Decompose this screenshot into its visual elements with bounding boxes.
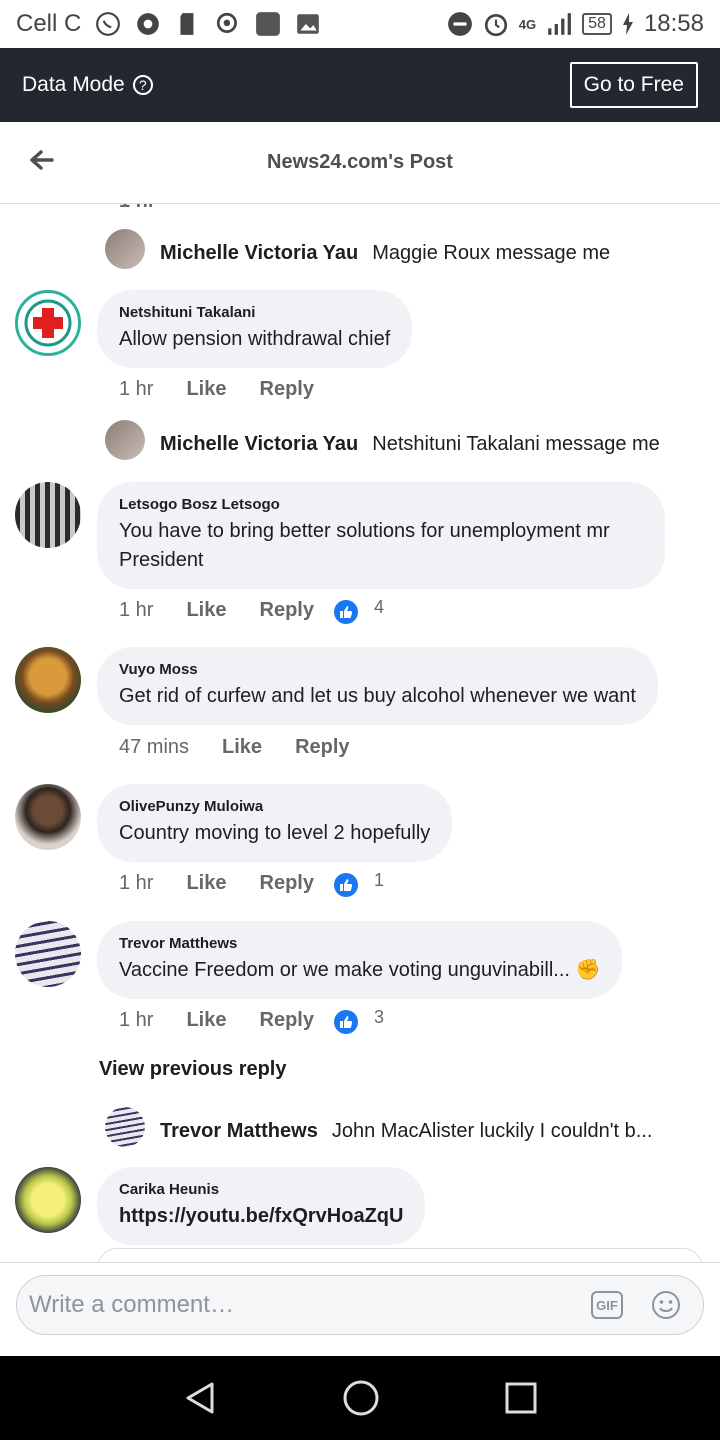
- data-mode-bar: Data Mode ? Go to Free: [0, 48, 720, 122]
- comment-text: Country moving to level 2 hopefully: [119, 822, 431, 844]
- comment-author[interactable]: Vuyo Moss: [119, 661, 636, 678]
- avatar[interactable]: [15, 290, 81, 356]
- post-header: News24.com's Post: [0, 122, 720, 204]
- reply-text: Maggie Roux message me: [372, 242, 611, 264]
- comment-text: Get rid of curfew and let us buy alcohol…: [119, 685, 636, 707]
- like-count: 1: [374, 870, 385, 890]
- comment-bubble[interactable]: Trevor Matthews Vaccine Freedom or we ma…: [97, 921, 623, 999]
- chrome-icon: [137, 13, 160, 35]
- comment-actions: 1 hr Like Reply: [119, 599, 314, 622]
- avatar[interactable]: [15, 921, 81, 987]
- avatar[interactable]: [15, 784, 81, 850]
- emoji-icon[interactable]: [651, 1290, 681, 1320]
- comment-author[interactable]: Trevor Matthews: [119, 935, 600, 952]
- comment-composer: Write a comment… GIF: [0, 1262, 720, 1356]
- view-previous-reply-link[interactable]: View previous reply: [99, 1058, 287, 1081]
- like-reaction-icon[interactable]: [334, 600, 358, 624]
- like-count: 3: [374, 1007, 385, 1027]
- comment-actions: 1 hr Like Reply: [119, 1009, 314, 1032]
- carrier-label: Cell C: [16, 10, 82, 37]
- back-arrow-icon[interactable]: [28, 146, 56, 174]
- comment-bubble[interactable]: Carika Heunis https://youtu.be/fxQrvHoaZ…: [97, 1167, 426, 1245]
- gif-icon[interactable]: GIF: [591, 1291, 623, 1319]
- red-cross-icon: [24, 299, 72, 347]
- comment-actions: 1 hr Like Reply: [119, 378, 314, 401]
- comment-bubble[interactable]: Letsogo Bosz Letsogo You have to bring b…: [97, 482, 665, 589]
- status-bar: Cell C 4G 58 18:58: [0, 0, 720, 48]
- comment-bubble[interactable]: OlivePunzy Muloiwa Country moving to lev…: [97, 784, 453, 862]
- android-nav-bar: [0, 1356, 720, 1440]
- charging-icon: [622, 13, 633, 35]
- comment-time: 1 hr: [119, 599, 154, 621]
- dnd-icon: [447, 12, 472, 36]
- avatar[interactable]: [105, 1107, 145, 1147]
- comment-author[interactable]: Netshituni Takalani: [119, 304, 390, 321]
- battery-level: 58: [582, 13, 612, 35]
- avatar[interactable]: [15, 647, 81, 713]
- home-nav-icon[interactable]: [342, 1379, 380, 1417]
- reply-author[interactable]: Michelle Victoria Yau: [160, 242, 358, 265]
- comment-text: Vaccine Freedom or we make voting unguvi…: [119, 959, 601, 981]
- help-icon[interactable]: ?: [132, 75, 153, 95]
- reply-author[interactable]: Trevor Matthews: [160, 1120, 318, 1143]
- reply-button[interactable]: Reply: [260, 378, 314, 401]
- comment-placeholder[interactable]: Write a comment…: [29, 1291, 591, 1319]
- comment-bubble[interactable]: Vuyo Moss Get rid of curfew and let us b…: [97, 647, 658, 725]
- app-icon: [256, 12, 281, 36]
- avatar[interactable]: [15, 482, 81, 548]
- like-button[interactable]: Like: [186, 1009, 226, 1032]
- comment-author[interactable]: Carika Heunis: [119, 1181, 403, 1198]
- comment-actions: 1 hr Like Reply: [119, 872, 314, 895]
- like-button[interactable]: Like: [186, 872, 226, 895]
- reply-button[interactable]: Reply: [260, 872, 314, 895]
- reply-text: Netshituni Takalani message me: [372, 433, 660, 455]
- reply-snippet[interactable]: Trevor Matthews John MacAlister luckily …: [160, 1120, 652, 1143]
- reply-snippet[interactable]: Michelle Victoria Yau Netshituni Takalan…: [160, 433, 660, 456]
- page-title: News24.com's Post: [267, 151, 453, 173]
- comment-time: 1 hr: [119, 872, 154, 894]
- comment-link[interactable]: https://youtu.be/fxQrvHoaZqU: [119, 1202, 403, 1231]
- network-type: 4G: [518, 16, 537, 32]
- reply-button[interactable]: Reply: [260, 599, 314, 622]
- recents-nav-icon[interactable]: [504, 1381, 538, 1415]
- go-to-free-button[interactable]: Go to Free: [569, 62, 698, 108]
- comment-bubble[interactable]: Netshituni Takalani Allow pension withdr…: [97, 290, 413, 368]
- data-mode-label: Data Mode: [22, 73, 125, 96]
- like-button[interactable]: Like: [222, 736, 262, 759]
- location-icon: [217, 12, 238, 33]
- avatar[interactable]: [15, 1167, 81, 1233]
- like-count: 4: [374, 597, 385, 617]
- reply-snippet[interactable]: Michelle Victoria Yau Maggie Roux messag…: [160, 242, 610, 265]
- comments-feed[interactable]: 1 hr Michelle Victoria Yau Maggie Roux m…: [0, 204, 720, 1262]
- comment-text: You have to bring better solutions for u…: [119, 520, 610, 571]
- reply-author[interactable]: Michelle Victoria Yau: [160, 433, 358, 456]
- comment-time: 1 hr: [119, 1009, 154, 1031]
- clock: 18:58: [643, 10, 704, 37]
- reply-text: John MacAlister luckily I couldn't b...: [331, 1120, 653, 1142]
- gallery-icon: [297, 14, 320, 34]
- comment-text: Allow pension withdrawal chief: [119, 328, 391, 350]
- comment-time: 1 hr: [119, 378, 154, 400]
- signal-icon: [548, 13, 572, 35]
- like-reaction-icon[interactable]: [334, 873, 358, 897]
- back-nav-icon[interactable]: [182, 1380, 218, 1416]
- sd-card-icon: [180, 13, 194, 35]
- like-button[interactable]: Like: [186, 599, 226, 622]
- comment-actions: 47 mins Like Reply: [119, 736, 350, 759]
- alarm-icon: [484, 13, 507, 37]
- comment-input[interactable]: Write a comment… GIF: [16, 1275, 704, 1335]
- avatar[interactable]: [105, 229, 145, 269]
- whatsapp-icon: [96, 12, 121, 36]
- avatar[interactable]: [105, 420, 145, 460]
- like-reaction-icon[interactable]: [334, 1010, 358, 1034]
- like-button[interactable]: Like: [186, 378, 226, 401]
- reply-button[interactable]: Reply: [295, 736, 349, 759]
- cutoff-meta: 1 hr: [119, 204, 156, 213]
- comment-time: 47 mins: [119, 736, 190, 758]
- reply-button[interactable]: Reply: [260, 1009, 314, 1032]
- link-preview-card[interactable]: [97, 1248, 703, 1262]
- comment-author[interactable]: Letsogo Bosz Letsogo: [119, 496, 643, 513]
- comment-author[interactable]: OlivePunzy Muloiwa: [119, 798, 430, 815]
